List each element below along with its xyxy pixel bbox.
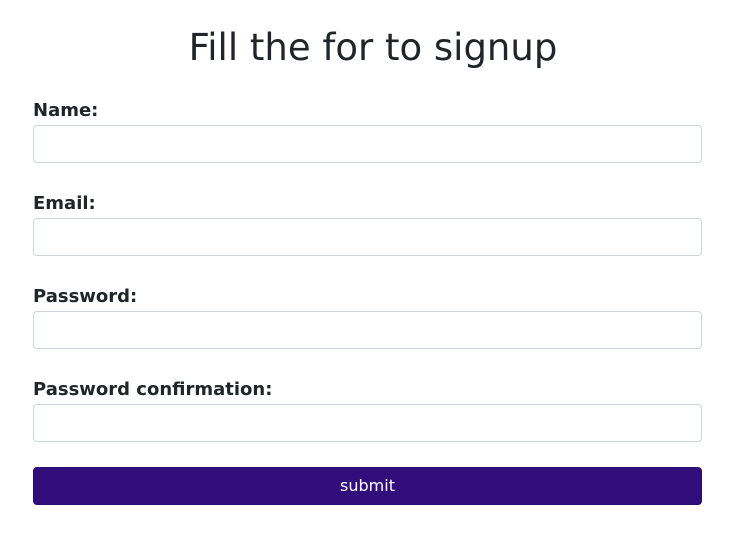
- signup-form: Name: Email: Password: Password confirma…: [33, 97, 702, 469]
- password-input[interactable]: [33, 311, 702, 349]
- password-confirmation-label: Password confirmation:: [33, 379, 273, 400]
- name-field-group: Name:: [33, 97, 702, 190]
- password-confirmation-field-group: Password confirmation:: [33, 376, 702, 469]
- signup-page: Fill the for to signup Name: Email: Pass…: [0, 0, 746, 538]
- password-label: Password:: [33, 286, 138, 307]
- email-input[interactable]: [33, 218, 702, 256]
- name-label: Name:: [33, 100, 99, 121]
- name-input[interactable]: [33, 125, 702, 163]
- submit-button[interactable]: submit: [33, 467, 702, 505]
- password-field-group: Password:: [33, 283, 702, 376]
- password-confirmation-input[interactable]: [33, 404, 702, 442]
- email-label: Email:: [33, 193, 96, 214]
- email-field-group: Email:: [33, 190, 702, 283]
- page-title: Fill the for to signup: [188, 26, 558, 69]
